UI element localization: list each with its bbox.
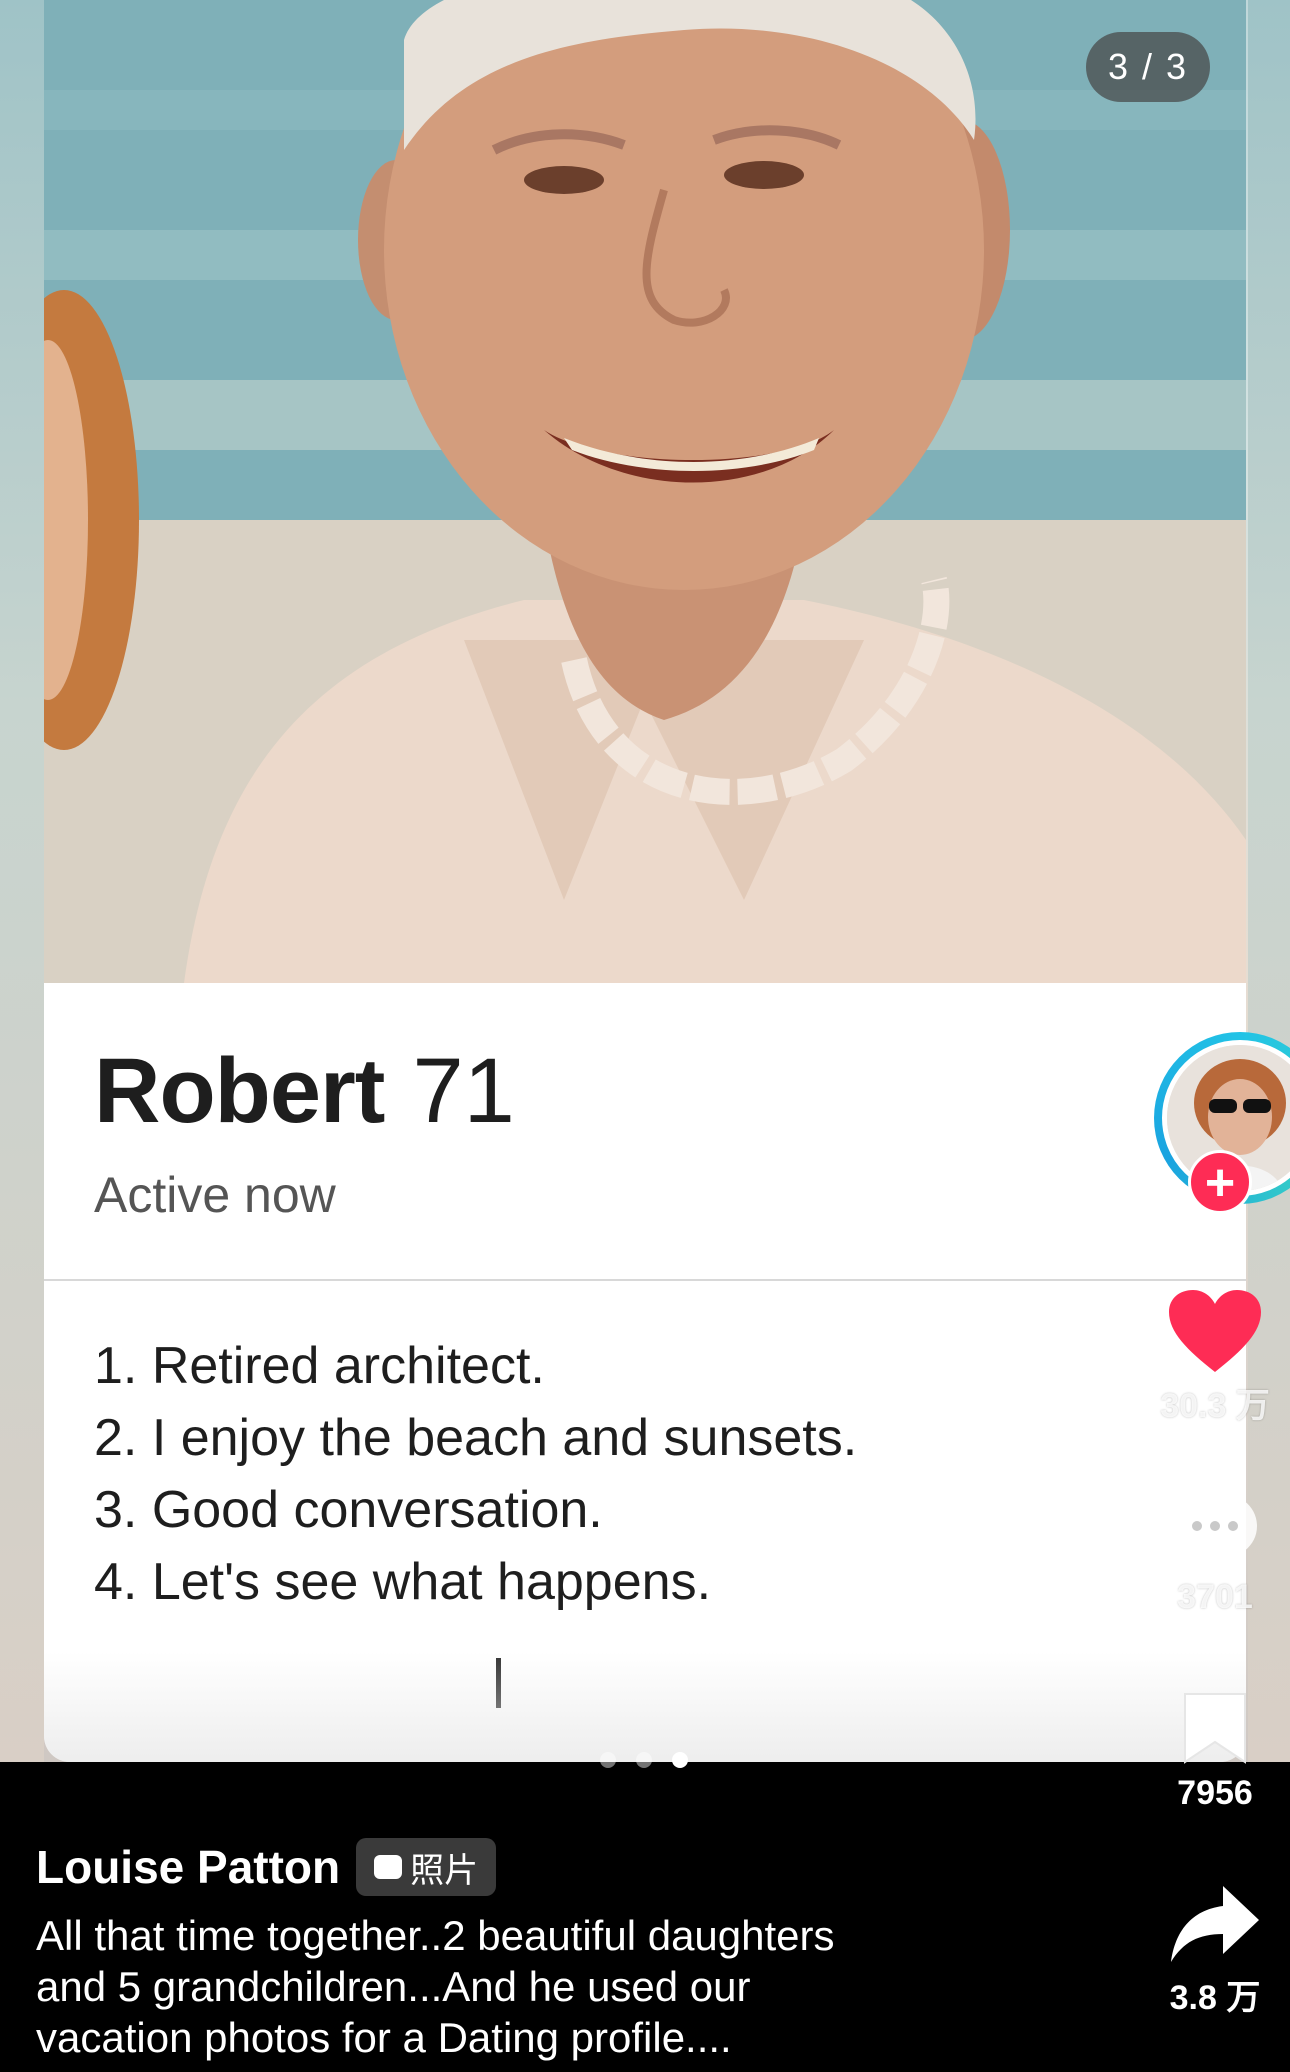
bookmark-icon xyxy=(1184,1693,1246,1764)
follow-button[interactable]: + xyxy=(1188,1150,1252,1214)
bio-line: 3. Good conversation. xyxy=(94,1481,603,1539)
comment-bubble-icon xyxy=(1173,1492,1257,1570)
photo-badge-label: 照片 xyxy=(410,1851,479,1890)
share-count: 3.8 万 xyxy=(1169,1979,1261,2017)
backdrop-left-edge xyxy=(0,0,44,1762)
photo-badge-icon xyxy=(374,1855,403,1879)
comment-count: 3701 xyxy=(1177,1578,1253,1616)
profile-age: 71 xyxy=(412,1040,515,1142)
caption-text[interactable]: All that time together..2 beautiful daug… xyxy=(36,1910,996,2063)
favorite-button[interactable]: 7956 xyxy=(1140,1690,1290,1813)
action-rail: + 30.3 万 3701 7956 3.8 万 xyxy=(1140,0,1290,2072)
tiktok-photo-post-screen: 3 / 3 Robert 71 Active now 1. Retired ar… xyxy=(0,0,1290,2072)
carousel-dot[interactable] xyxy=(600,1752,616,1768)
carousel-indicator[interactable] xyxy=(600,1752,688,1768)
caption-line: vacation photos for a Dating profile.... xyxy=(36,2014,732,2061)
favorite-count: 7956 xyxy=(1177,1774,1253,1812)
activity-status: Active now xyxy=(94,1167,336,1223)
card-bottom-fade xyxy=(44,1652,1246,1762)
profile-photo: 3 / 3 xyxy=(44,0,1246,983)
profile-name: Robert xyxy=(94,1040,385,1142)
profile-photo-illustration xyxy=(44,0,1246,983)
profile-header: Robert 71 Active now xyxy=(44,983,1246,1281)
heart-icon xyxy=(1169,1290,1261,1372)
share-arrow-icon xyxy=(1171,1886,1259,1962)
post-caption: Louise Patton 照片 All that time together.… xyxy=(36,1838,996,2063)
carousel-dot[interactable] xyxy=(636,1752,652,1768)
like-count: 30.3 万 xyxy=(1160,1387,1270,1425)
comment-button[interactable]: 3701 xyxy=(1140,1488,1290,1617)
bio-line: 1. Retired architect. xyxy=(94,1337,545,1395)
caption-line: and 5 grandchildren...And he used our xyxy=(36,1963,751,2010)
caption-line: All that time together..2 beautiful daug… xyxy=(36,1912,835,1959)
like-button[interactable]: 30.3 万 xyxy=(1140,1288,1290,1427)
share-button[interactable]: 3.8 万 xyxy=(1140,1882,1290,2019)
profile-bio: 1. Retired architect. 2. I enjoy the bea… xyxy=(94,1330,1094,1618)
carousel-dot-active[interactable] xyxy=(672,1752,688,1768)
dating-profile-card[interactable]: 3 / 3 Robert 71 Active now 1. Retired ar… xyxy=(44,0,1246,1762)
bio-line: 2. I enjoy the beach and sunsets. xyxy=(94,1409,858,1467)
bio-line: 4. Let's see what happens. xyxy=(94,1553,712,1611)
photo-badge: 照片 xyxy=(356,1838,497,1896)
author-name[interactable]: Louise Patton xyxy=(36,1840,340,1894)
